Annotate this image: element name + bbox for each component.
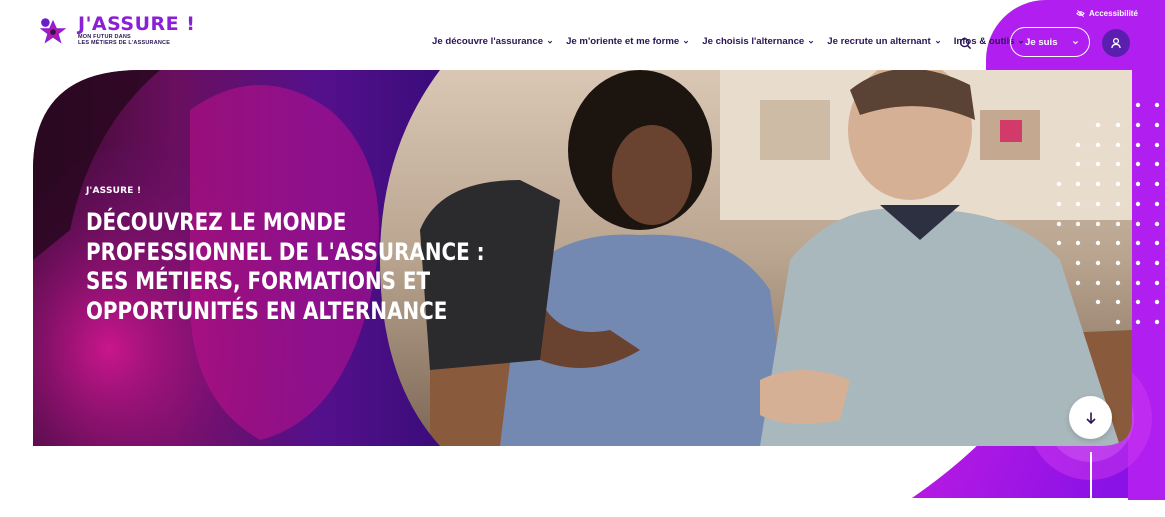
accessibility-icon: [1076, 10, 1085, 17]
chevron-down-icon: [809, 40, 814, 44]
logo-subtitle-line2: LES MÉTIERS DE L'ASSURANCE: [78, 40, 171, 46]
nav-item-label: Je choisis l'alternance: [702, 36, 805, 47]
logo-star-icon: [39, 18, 67, 44]
hero-headline: Découvrez le monde professionnel de l'as…: [86, 208, 485, 326]
site-logo[interactable]: J'ASSURE ! MON FUTUR DANS LES MÉTIERS DE…: [34, 14, 195, 52]
je-suis-label: Je suis: [1025, 36, 1058, 48]
user-account-button[interactable]: [1102, 29, 1130, 57]
nav-item-recrute[interactable]: Je recrute un alternant: [827, 36, 940, 47]
hero-headline-line: ses métiers, formations et: [86, 267, 431, 295]
nav-item-alternance[interactable]: Je choisis l'alternance: [702, 36, 814, 47]
chevron-down-icon: [1073, 40, 1078, 44]
nav-item-decouvre[interactable]: Je découvre l'assurance: [432, 36, 553, 47]
chevron-down-icon: [684, 40, 689, 44]
accessibility-link[interactable]: Accessibilité: [1076, 9, 1138, 18]
je-suis-dropdown[interactable]: Je suis: [1010, 27, 1090, 57]
nav-item-label: Je recrute un alternant: [827, 36, 931, 47]
scroll-down-button[interactable]: [1069, 396, 1112, 439]
hero-content: J'ASSURE ! Découvrez le monde profession…: [86, 186, 485, 326]
scroll-line: [1090, 452, 1092, 498]
chevron-down-icon: [935, 40, 940, 44]
accessibility-label: Accessibilité: [1089, 9, 1138, 18]
hero-headline-line: opportunités en alternance: [86, 296, 448, 325]
hero-kicker: J'ASSURE !: [86, 186, 142, 196]
hero-headline-line: professionnel de l'assurance :: [86, 237, 485, 266]
main-nav: Je découvre l'assurance Je m'oriente et …: [432, 36, 1037, 47]
user-icon: [1111, 37, 1121, 49]
search-icon[interactable]: [959, 37, 972, 50]
nav-item-label: Je m'oriente et me forme: [566, 36, 680, 47]
nav-item-label: Je découvre l'assurance: [432, 36, 544, 47]
nav-item-oriente[interactable]: Je m'oriente et me forme: [566, 36, 689, 47]
logo-title: J'ASSURE !: [78, 13, 196, 35]
hero-headline-line: Découvrez le monde: [86, 208, 347, 236]
chevron-down-icon: [547, 40, 553, 44]
arrow-down-icon: [1085, 412, 1096, 424]
